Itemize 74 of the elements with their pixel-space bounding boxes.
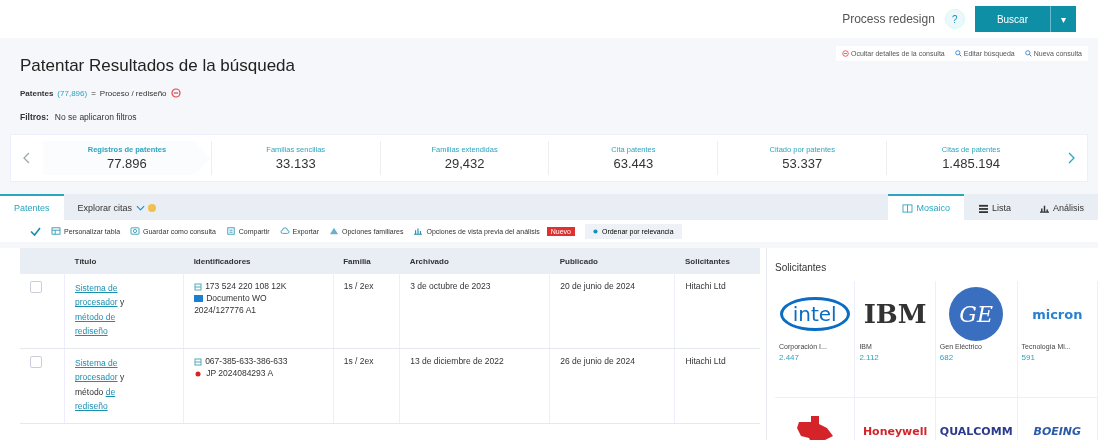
company-logo[interactable]: IBM: [863, 299, 927, 329]
filters-label: Filtros:: [20, 112, 49, 122]
column-header[interactable]: Solicitantes: [675, 248, 760, 274]
table-cell: 13 de diciembre de 2022: [399, 348, 550, 424]
grid-icon: [902, 203, 914, 213]
title-text: y: [119, 371, 125, 385]
column-header[interactable]: Publicado: [549, 248, 675, 274]
title-link[interactable]: rediseño: [75, 399, 108, 414]
title-link[interactable]: Sistema de: [75, 356, 118, 371]
title-text: y: [119, 296, 125, 310]
table-cell: Hitachi Ltd: [675, 274, 760, 349]
row-checkbox[interactable]: [30, 281, 42, 293]
title-text: método: [75, 385, 104, 399]
query-operator: =: [91, 88, 96, 98]
company-logo[interactable]: intel: [779, 297, 850, 331]
table-cell: Hitachi Ltd: [675, 348, 760, 424]
list-icon: [977, 203, 989, 213]
column-header[interactable]: Identificadores: [183, 248, 334, 274]
flag-dot-icon: [195, 370, 202, 377]
title-link[interactable]: procesador: [75, 370, 118, 385]
project-name[interactable]: Process redesign: [842, 12, 935, 26]
query-label: Patentes: [20, 88, 54, 98]
column-header[interactable]: Familia: [333, 248, 400, 274]
identifier: 2024/127776 A1: [194, 304, 257, 317]
table-icon: [51, 227, 61, 235]
table-cell: 3 de octubre de 2023: [399, 274, 550, 349]
title-link[interactable]: de: [105, 384, 116, 400]
check-icon[interactable]: [30, 226, 41, 236]
title-link[interactable]: rediseño: [75, 324, 108, 339]
table-cell: 26 de junio de 2024: [549, 348, 675, 424]
search-icon: [1024, 50, 1032, 57]
save-icon: [130, 227, 141, 235]
identifier: 067-385-633-386-633: [205, 356, 288, 368]
emblem-icon: [794, 416, 835, 440]
company-logo[interactable]: QUALCOMM: [939, 424, 1013, 438]
bar-chart-icon: [1039, 203, 1050, 213]
chevron-right-icon[interactable]: [1066, 152, 1075, 164]
share-icon: [225, 227, 236, 235]
title-link[interactable]: procesador: [75, 295, 118, 310]
filters-value: No se aplicaron filtros: [54, 112, 137, 122]
company-logo[interactable]: micron: [1032, 306, 1083, 322]
row-checkbox[interactable]: [30, 356, 42, 368]
remove-icon: [841, 50, 849, 57]
company-logo[interactable]: Honeywell: [862, 424, 928, 438]
tab[interactable]: Explorar citas: [63, 194, 171, 220]
status-dot: [148, 204, 157, 212]
title-link[interactable]: método de: [75, 309, 116, 325]
dropdown-button[interactable]: ▾: [1050, 6, 1076, 32]
company-logo[interactable]: BOEING: [1033, 424, 1082, 438]
identifier: JP 2024084293 A: [206, 367, 274, 380]
table-cell: 20 de junio de 2024: [549, 274, 675, 349]
query-terms: Proceso / rediseño: [99, 88, 167, 98]
chart-icon: [413, 227, 424, 235]
remove-icon[interactable]: [170, 88, 181, 98]
search-button[interactable]: Buscar: [974, 6, 1050, 32]
document-icon: [194, 295, 204, 303]
company-logo[interactable]: GE: [949, 287, 1004, 341]
identifier: Documento WO: [206, 292, 267, 305]
dot-icon: [592, 228, 598, 234]
table-cell: 1s / 2ex: [333, 348, 400, 424]
view-tab[interactable]: Análisis: [1025, 194, 1098, 220]
column-header[interactable]: Título: [64, 248, 184, 274]
help-button[interactable]: ?: [944, 9, 965, 29]
page-title: Patentar Resultados de la búsqueda: [20, 56, 296, 76]
cloud-icon: [279, 227, 290, 235]
panel-title: Solicitantes: [775, 262, 828, 273]
view-tab[interactable]: Lista: [963, 194, 1025, 220]
identifier: 173 524 220 108 12K: [205, 281, 287, 293]
column-header[interactable]: Archivado: [399, 248, 550, 274]
chevron-left-icon[interactable]: [23, 152, 31, 164]
title-link[interactable]: Sistema de: [75, 281, 118, 296]
table-cell: 1s / 2ex: [333, 274, 400, 349]
chevron-down-icon[interactable]: [136, 205, 146, 211]
search-icon: [954, 50, 962, 57]
